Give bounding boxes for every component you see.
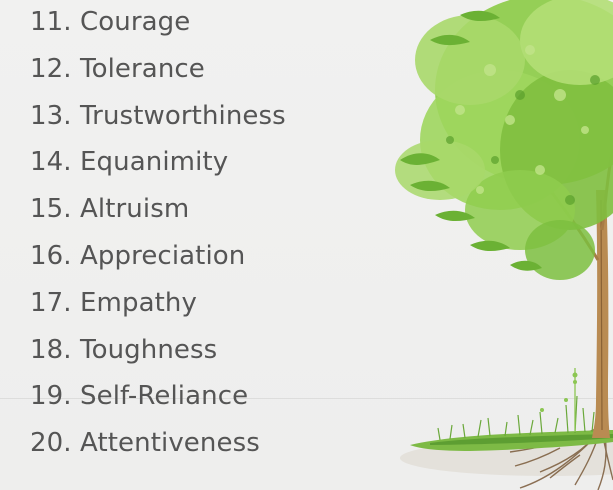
grass [410,368,613,451]
list-item: 18. Toughness [30,334,218,365]
list-item: 14. Equanimity [30,147,229,178]
list-item: 13. Trustworthiness [30,100,286,131]
list-item: 12. Tolerance [30,53,205,84]
list-item: 17. Empathy [30,287,197,318]
list-item: 11. Courage [30,7,191,37]
tree-foliage [395,0,613,280]
list-item: 16. Appreciation [30,240,246,271]
list-item: 19. Self-Reliance [30,381,249,412]
list-item: 15. Altruism [30,194,190,225]
virtue-list: 11. Courage 12. Tolerance 13. Trustworth… [30,0,286,467]
list-item: 20. Attentiveness [30,428,260,459]
page: 11. Courage 12. Tolerance 13. Trustworth… [0,0,613,490]
tree-icon [395,0,613,490]
